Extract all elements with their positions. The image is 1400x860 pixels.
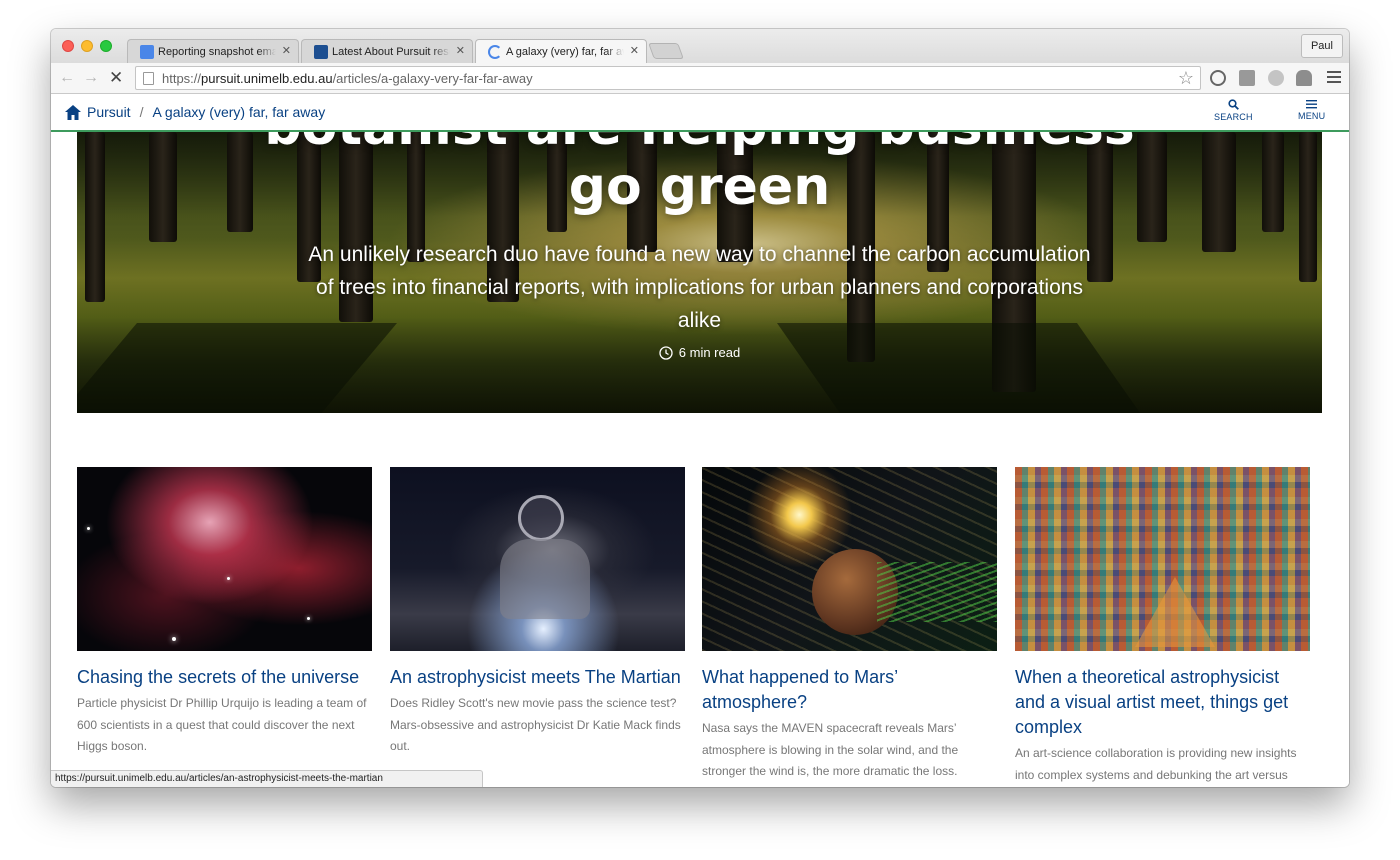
abstract-art-image[interactable] <box>1015 467 1310 651</box>
close-tab-icon[interactable]: ✕ <box>630 44 639 57</box>
url-host: pursuit.unimelb.edu.au <box>201 70 333 86</box>
info-extension-icon[interactable] <box>1210 70 1226 86</box>
bookmark-star-icon[interactable]: ☆ <box>1178 68 1194 89</box>
hero-subtitle: An unlikely research duo have found a ne… <box>308 243 1091 332</box>
read-time: 6 min read <box>77 345 1322 360</box>
article-title[interactable]: An astrophysicist meets The Martian <box>390 665 685 690</box>
menu-button[interactable]: MENU <box>1298 99 1325 121</box>
article-summary: Nasa says the MAVEN spacecraft reveals M… <box>702 721 959 778</box>
breadcrumb: Pursuit / A galaxy (very) far, far away <box>65 104 325 120</box>
docs-favicon-icon <box>140 44 154 59</box>
search-label: SEARCH <box>1214 112 1253 122</box>
article-card[interactable]: Chasing the secrets of the universe Part… <box>77 467 372 758</box>
url-path: /articles/a-galaxy-very-far-far-away <box>332 70 533 86</box>
hamburger-menu-icon <box>1306 100 1318 109</box>
link-status-bar: https://pursuit.unimelb.edu.au/articles/… <box>51 770 483 787</box>
article-card[interactable]: When a theoretical astrophysicist and a … <box>1015 467 1310 786</box>
browser-menu-icon[interactable] <box>1327 71 1341 86</box>
tab-galaxy-far-away[interactable]: A galaxy (very) far, far away ✕ <box>475 39 647 63</box>
hero-title-line-1: botanist are helping business <box>77 132 1322 158</box>
site-header: Pursuit / A galaxy (very) far, far away … <box>51 94 1349 132</box>
minimize-window-button[interactable] <box>81 40 93 52</box>
stop-loading-icon[interactable]: ✕ <box>109 69 123 87</box>
article-title[interactable]: Chasing the secrets of the universe <box>77 665 372 690</box>
new-tab-button[interactable] <box>648 43 684 59</box>
breadcrumb-home-link[interactable]: Pursuit <box>87 104 131 120</box>
breadcrumb-current[interactable]: A galaxy (very) far, far away <box>152 104 325 120</box>
pursuit-favicon-icon <box>314 44 328 59</box>
article-card[interactable]: An astrophysicist meets The Martian Does… <box>390 467 685 758</box>
article-summary: Particle physicist Dr Phillip Urquijo is… <box>77 696 367 753</box>
drive-extension-icon[interactable] <box>1296 70 1312 86</box>
back-arrow-icon[interactable]: ← <box>59 69 75 87</box>
article-card[interactable]: What happened to Mars’ atmosphere? Nasa … <box>702 467 997 783</box>
search-button[interactable]: SEARCH <box>1214 99 1253 122</box>
hero-banner: botanist are helping business go green A… <box>77 132 1322 413</box>
article-summary: Does Ridley Scott's new movie pass the s… <box>390 696 681 753</box>
clock-icon <box>659 345 673 360</box>
search-icon <box>1228 99 1239 110</box>
tab-latest-about-pursuit[interactable]: Latest About Pursuit research ✕ <box>301 39 473 63</box>
nebula-image[interactable] <box>77 467 372 651</box>
circle-extension-icon[interactable] <box>1268 70 1284 86</box>
title-bar: Reporting snapshot emails ✕ Latest About… <box>51 29 1349 63</box>
home-icon[interactable] <box>65 104 81 120</box>
astronaut-image[interactable] <box>390 467 685 651</box>
browser-toolbar: ← → ✕ https://pursuit.unimelb.edu.au/art… <box>51 63 1349 94</box>
article-summary: An art-science collaboration is providin… <box>1015 746 1297 782</box>
breadcrumb-separator: / <box>139 104 144 120</box>
forward-arrow-icon[interactable]: → <box>83 69 99 87</box>
profile-button[interactable]: Paul <box>1300 34 1343 58</box>
browser-window: Reporting snapshot emails ✕ Latest About… <box>51 29 1349 787</box>
url-scheme: https:// <box>162 70 202 86</box>
loading-spinner-icon <box>488 44 502 59</box>
layers-extension-icon[interactable] <box>1239 70 1255 86</box>
article-title[interactable]: What happened to Mars’ atmosphere? <box>702 665 997 715</box>
menu-label: MENU <box>1298 111 1326 121</box>
page-content: botanist are helping business go green A… <box>51 132 1349 787</box>
close-window-button[interactable] <box>62 40 74 52</box>
zoom-window-button[interactable] <box>100 40 112 52</box>
tab-reporting-snapshot[interactable]: Reporting snapshot emails ✕ <box>127 39 299 63</box>
article-title[interactable]: When a theoretical astrophysicist and a … <box>1015 665 1310 740</box>
read-time-label: 6 min read <box>678 345 741 360</box>
hero-title-line-2: go green <box>568 157 831 217</box>
page-icon <box>143 71 154 85</box>
address-bar[interactable]: https://pursuit.unimelb.edu.au/articles/… <box>135 66 1201 90</box>
close-tab-icon[interactable]: ✕ <box>282 44 291 57</box>
close-tab-icon[interactable]: ✕ <box>456 44 465 57</box>
mars-solar-wind-image[interactable] <box>702 467 997 651</box>
